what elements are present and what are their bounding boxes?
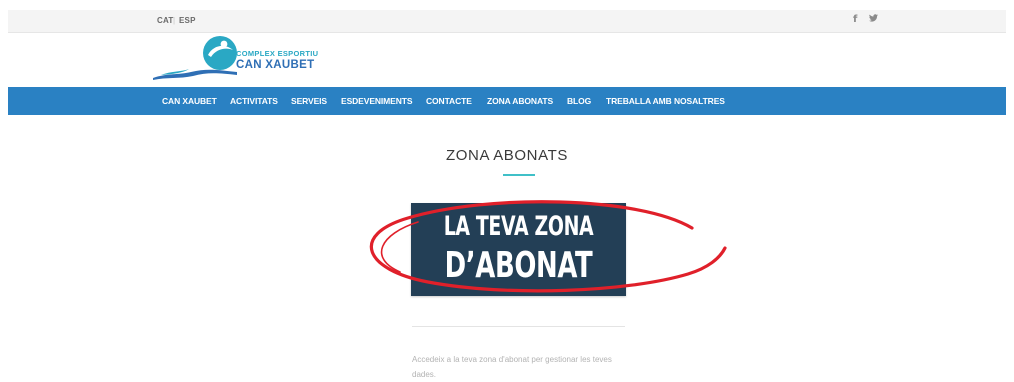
logo-text-line2: CAN XAUBET [236, 59, 315, 71]
banner-text-line1: LA TEVA ZONA [443, 211, 594, 242]
banner-text-line2: D’ABONAT [444, 245, 593, 286]
top-utility-bar: CAT | ESP f [8, 10, 1006, 33]
nav-item-can-xaubet[interactable]: CAN XAUBET [162, 96, 217, 106]
logo-swimmer-icon [153, 36, 237, 80]
nav-item-zona-abonats[interactable]: ZONA ABONATS [487, 96, 553, 106]
site-logo[interactable]: COMPLEX ESPORTIU CAN XAUBET [153, 34, 343, 84]
language-cat-link[interactable]: CAT [157, 16, 173, 25]
logo-text-line1: COMPLEX ESPORTIU [236, 49, 319, 58]
nav-item-esdeveniments[interactable]: ESDEVENIMENTS [341, 96, 413, 106]
title-accent-rule [503, 174, 535, 176]
language-esp-link[interactable]: ESP [179, 16, 196, 25]
page-title: ZONA ABONATS [446, 147, 568, 164]
nav-item-serveis[interactable]: SERVEIS [291, 96, 327, 106]
facebook-icon[interactable]: f [853, 14, 857, 25]
content-separator [412, 326, 625, 327]
main-nav: CAN XAUBET ACTIVITATS SERVEIS ESDEVENIME… [8, 87, 1006, 115]
language-separator: | [173, 16, 176, 25]
page: CAT | ESP f COMPLEX ESPORTIU CAN XAUBET … [8, 10, 1006, 379]
nav-item-treballa-amb-nosaltres[interactable]: TREBALLA AMB NOSALTRES [606, 96, 725, 106]
twitter-icon[interactable] [869, 14, 878, 25]
members-area-banner[interactable]: LA TEVA ZONA D’ABONAT [411, 203, 626, 296]
nav-item-blog[interactable]: BLOG [567, 96, 591, 106]
twitter-bird-glyph [869, 14, 878, 22]
members-area-description: Accedeix a la teva zona d'abonat per ges… [412, 355, 612, 379]
nav-item-activitats[interactable]: ACTIVITATS [230, 96, 278, 106]
nav-item-contacte[interactable]: CONTACTE [426, 96, 472, 106]
